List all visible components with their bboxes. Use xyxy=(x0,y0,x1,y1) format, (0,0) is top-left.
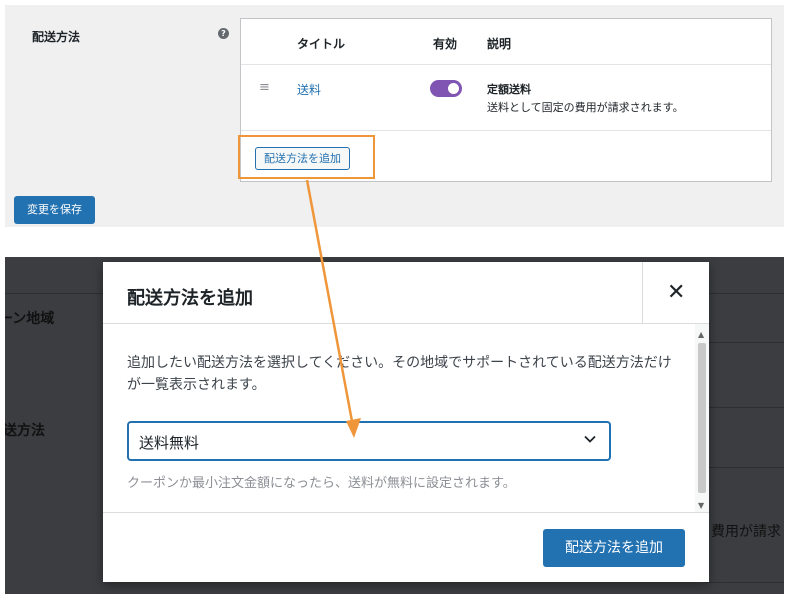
table-header: タイトル 有効 説明 xyxy=(241,19,771,65)
scroll-thumb[interactable] xyxy=(698,343,706,493)
shipping-method-select[interactable]: 送料無料 xyxy=(127,421,611,461)
scroll-down-icon[interactable]: ▼ xyxy=(698,501,704,510)
modal-footer: 配送方法を追加 xyxy=(103,512,709,582)
close-icon: ✕ xyxy=(667,280,686,305)
shipping-methods-label: 配送方法 xyxy=(32,30,81,44)
help-icon[interactable]: ? xyxy=(218,28,229,39)
table-row: ≡ 送料 定額送料 送料として固定の費用が請求されます。 xyxy=(241,65,771,131)
modal-title: 配送方法を追加 xyxy=(127,288,253,309)
highlight-box xyxy=(238,135,375,179)
col-description-header: 説明 xyxy=(487,37,512,51)
modal-scrollbar[interactable]: ▲ ▼ xyxy=(695,324,709,512)
col-title-header: タイトル xyxy=(297,37,346,51)
modal-header: 配送方法を追加 ✕ xyxy=(103,262,709,324)
background-zone-label: ーン地域 xyxy=(5,311,55,327)
method-helper-text: クーポンか最小注文金額になったら、送料が無料に設定されます。 xyxy=(127,476,516,491)
enabled-toggle[interactable] xyxy=(430,80,462,97)
modal-body: 追加したい配送方法を選択してください。その地域でサポートされている配送方法だけが… xyxy=(103,324,709,512)
select-value: 送料無料 xyxy=(139,434,200,452)
background-divider xyxy=(705,342,784,343)
background-cost-text: 費用が請求 xyxy=(711,524,781,540)
modal-intro-text: 追加したい配送方法を選択してください。その地域でサポートされている配送方法だけが… xyxy=(127,355,672,393)
background-divider xyxy=(705,407,784,408)
background-divider xyxy=(705,582,784,583)
shipping-settings-panel: 配送方法 ? タイトル 有効 説明 ≡ 送料 定額送料 送料として固定の費用が請… xyxy=(5,5,784,227)
background-divider xyxy=(705,293,784,294)
background-divider xyxy=(705,467,784,468)
drag-handle-icon[interactable]: ≡ xyxy=(259,81,270,94)
add-method-modal: 配送方法を追加 ✕ 追加したい配送方法を選択してください。その地域でサポートされ… xyxy=(103,262,709,582)
method-description-title: 定額送料 xyxy=(487,83,531,96)
col-enabled-header: 有効 xyxy=(433,37,458,51)
background-divider xyxy=(5,293,105,294)
save-changes-button[interactable]: 変更を保存 xyxy=(14,196,95,224)
method-title-link[interactable]: 送料 xyxy=(297,81,321,98)
chevron-down-icon xyxy=(584,435,596,443)
modal-backdrop: ーン地域 送方法 費用が請求 配送方法を追加 ✕ 追加したい配送方法を選択してく… xyxy=(5,257,784,594)
scroll-up-icon[interactable]: ▲ xyxy=(698,330,704,339)
method-description-text: 送料として固定の費用が請求されます。 xyxy=(487,101,684,114)
toggle-knob xyxy=(448,83,459,94)
close-button[interactable]: ✕ xyxy=(642,262,709,324)
modal-add-method-button[interactable]: 配送方法を追加 xyxy=(543,529,685,567)
background-method-label: 送方法 xyxy=(5,423,45,439)
